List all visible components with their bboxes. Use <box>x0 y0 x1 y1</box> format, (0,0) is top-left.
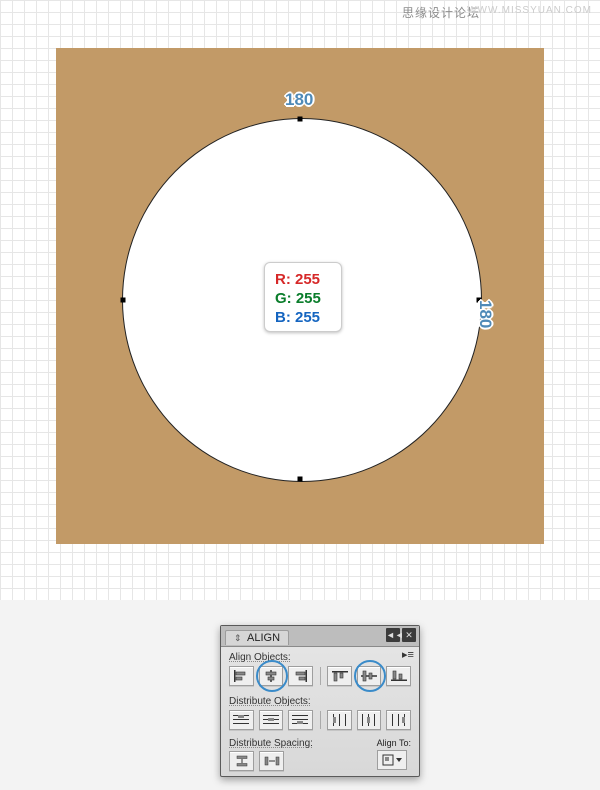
anchor-top[interactable] <box>298 117 303 122</box>
anchor-left[interactable] <box>121 298 126 303</box>
distribute-objects-section: Distribute Objects: <box>221 691 419 730</box>
align-panel-title: ALIGN <box>247 632 280 644</box>
align-hcenter-icon <box>263 670 279 682</box>
align-objects-section: Align Objects: <box>221 647 419 686</box>
rgb-swatch-tooltip: R: 255 G: 255 B: 255 <box>264 262 342 332</box>
align-left-button[interactable] <box>229 666 254 686</box>
dist-hcenter-button[interactable] <box>357 710 382 730</box>
align-hcenter-button[interactable] <box>259 666 284 686</box>
dist-right-button[interactable] <box>386 710 411 730</box>
dist-left-button[interactable] <box>327 710 352 730</box>
dist-vcenter-button[interactable] <box>259 710 284 730</box>
chevron-down-icon <box>396 758 402 762</box>
dist-right-icon <box>391 714 407 726</box>
align-bottom-button[interactable] <box>386 666 411 686</box>
dist-space-v-button[interactable] <box>229 751 254 771</box>
dist-left-icon <box>332 714 348 726</box>
dist-top-button[interactable] <box>229 710 254 730</box>
align-bottom-icon <box>391 670 407 682</box>
panel-close-button[interactable]: ✕ <box>402 628 416 642</box>
panel-collapse-button[interactable]: ◄◄ <box>386 628 400 642</box>
align-right-button[interactable] <box>288 666 313 686</box>
rgb-r-label: R: 255 <box>275 270 341 289</box>
align-left-icon <box>233 670 249 682</box>
divider <box>320 711 321 729</box>
dimension-label-right: 180 <box>475 300 495 328</box>
anchor-bottom[interactable] <box>298 477 303 482</box>
align-panel-header[interactable]: ⇕ ALIGN ◄◄ ✕ <box>221 626 419 647</box>
watermark-url: WWW.MISSYUAN.COM <box>467 5 592 16</box>
align-vcenter-icon <box>361 670 377 682</box>
align-to-section: Align To: <box>377 738 411 770</box>
dimension-label-top: 180 <box>285 90 313 110</box>
align-to-selection-icon <box>382 754 394 766</box>
dist-bottom-button[interactable] <box>288 710 313 730</box>
distribute-objects-label: Distribute Objects: <box>229 696 411 707</box>
dist-space-v-icon <box>234 755 250 767</box>
panel-menu-button[interactable]: ▸≡ <box>401 648 415 662</box>
align-vcenter-button[interactable] <box>357 666 382 686</box>
rgb-b-label: B: 255 <box>275 308 341 327</box>
align-top-icon <box>332 670 348 682</box>
align-top-button[interactable] <box>327 666 352 686</box>
dist-hcenter-icon <box>361 714 377 726</box>
rgb-g-label: G: 255 <box>275 289 341 308</box>
dist-top-icon <box>233 714 249 726</box>
align-panel[interactable]: ⇕ ALIGN ◄◄ ✕ ▸≡ Align Objects: <box>220 625 420 777</box>
dist-space-h-icon <box>264 755 280 767</box>
dist-space-h-button[interactable] <box>259 751 284 771</box>
divider <box>320 667 321 685</box>
align-to-label: Align To: <box>377 738 411 748</box>
collapse-toggle-icon[interactable]: ⇕ <box>234 633 242 643</box>
distribute-spacing-section: Distribute Spacing: Align To: <box>221 735 419 771</box>
align-panel-tab[interactable]: ⇕ ALIGN <box>225 630 289 645</box>
dist-bottom-icon <box>292 714 308 726</box>
distribute-spacing-label: Distribute Spacing: <box>229 738 313 749</box>
align-objects-label: Align Objects: <box>229 652 411 663</box>
align-right-icon <box>292 670 308 682</box>
align-to-dropdown[interactable] <box>377 750 407 770</box>
workspace-canvas[interactable]: 180 180 R: 255 G: 255 B: 255 思缘设计论坛 WWW.… <box>0 0 600 600</box>
dist-vcenter-icon <box>263 714 279 726</box>
